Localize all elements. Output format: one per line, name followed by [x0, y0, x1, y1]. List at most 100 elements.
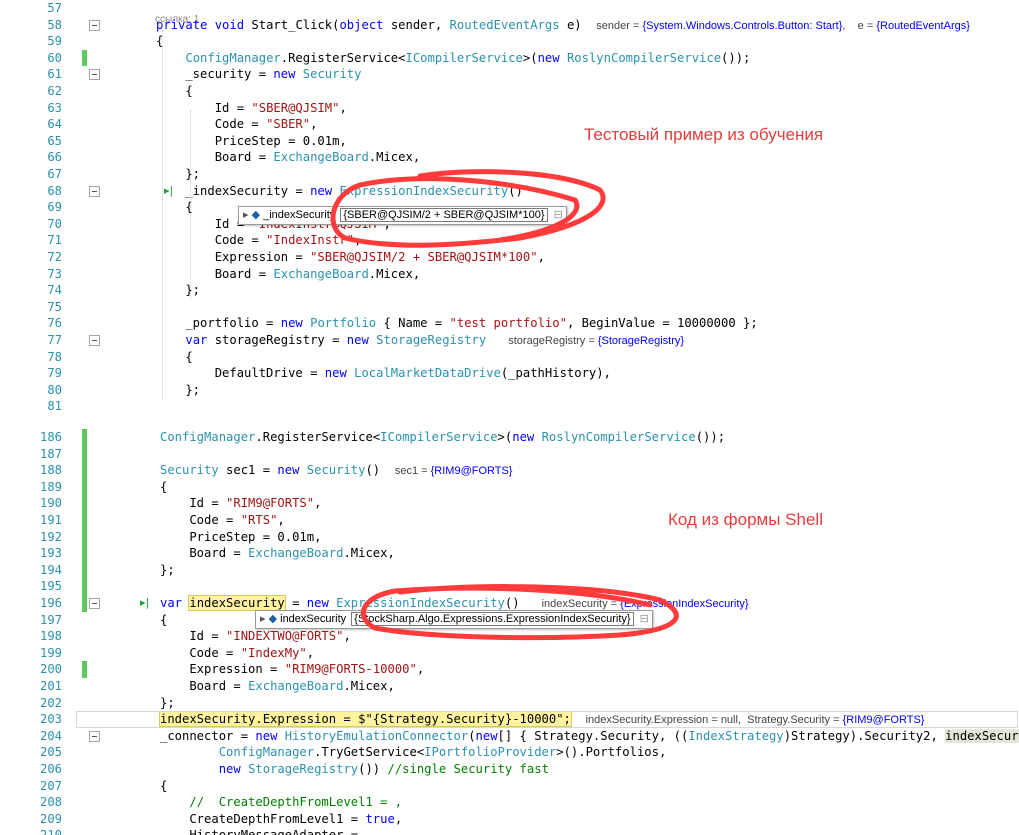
code-text[interactable]: Code = "SBER",	[156, 116, 318, 133]
collapse-icon[interactable]	[89, 730, 100, 742]
collapse-icon[interactable]	[89, 598, 100, 609]
code-line[interactable]: 81	[0, 398, 1019, 415]
code-line[interactable]: 71 Code = "IndexInstr",	[0, 232, 1019, 249]
code-line[interactable]: 75	[0, 299, 1019, 316]
editor-panel-bottom[interactable]: 186 ConfigManager.RegisterService<ICompil…	[0, 425, 1019, 835]
code-line[interactable]: 57	[0, 0, 1019, 17]
code-line[interactable]: 78 {	[0, 349, 1019, 366]
code-text[interactable]: _connector = new HistoryEmulationConnect…	[160, 728, 1019, 745]
code-text[interactable]: Security sec1 = new Security() sec1 = {R…	[160, 462, 512, 480]
code-text[interactable]: _security = new Security	[156, 66, 361, 83]
expand-arrow-icon[interactable]: ▸	[243, 209, 249, 221]
code-line[interactable]: 65 PriceStep = 0.01m,	[0, 133, 1019, 150]
code-text[interactable]: private void Start_Click(object sender, …	[156, 17, 970, 35]
code-line[interactable]: 58 private void Start_Click(object sender…	[0, 17, 1019, 34]
code-text[interactable]: CreateDepthFromLevel1 = true,	[160, 811, 402, 828]
collapse-icon[interactable]	[89, 185, 100, 197]
change-marker	[82, 595, 87, 612]
code-line[interactable]: 204 _connector = new HistoryEmulationConn…	[0, 728, 1019, 745]
code-text[interactable]: PriceStep = 0.01m,	[160, 529, 321, 546]
code-line[interactable]: 72 Expression = "SBER@QJSIM/2 + SBER@QJS…	[0, 249, 1019, 266]
code-line[interactable]: 201 Board = ExchangeBoard.Micex,	[0, 678, 1019, 695]
code-text[interactable]: HistoryMessageAdapter =	[160, 827, 358, 835]
datatip-bottom[interactable]: ▸ ◆ indexSecurity {StockSharp.Algo.Expre…	[255, 610, 653, 629]
datatip-top[interactable]: ▸ ◆ _indexSecurity {SBER@QJSIM/2 + SBER@…	[238, 206, 567, 225]
code-text[interactable]: Board = ExchangeBoard.Micex,	[156, 149, 420, 166]
code-line[interactable]: 64 Code = "SBER",	[0, 116, 1019, 133]
code-text[interactable]: Board = ExchangeBoard.Micex,	[160, 678, 394, 695]
code-line[interactable]: 187	[0, 445, 1019, 463]
line-number: 75	[47, 299, 62, 314]
code-text[interactable]: ConfigManager.RegisterService<ICompilerS…	[160, 429, 725, 446]
pin-icon[interactable]: ⊟	[640, 613, 649, 625]
code-line[interactable]: 79 DefaultDrive = new LocalMarketDataDri…	[0, 365, 1019, 382]
code-line[interactable]: 202};	[0, 695, 1019, 712]
expand-arrow-icon[interactable]: ▸	[260, 613, 266, 625]
code-line[interactable]: 77 var storageRegistry = new StorageRegi…	[0, 332, 1019, 349]
code-line[interactable]: 189 {	[0, 478, 1019, 496]
code-line[interactable]: 76 _portfolio = new Portfolio { Name = "…	[0, 315, 1019, 332]
code-line[interactable]: 68 ▸| _indexSecurity = new ExpressionInde…	[0, 183, 1019, 200]
code-text[interactable]: ConfigManager.TryGetService<IPortfolioPr…	[160, 744, 667, 761]
code-text[interactable]: ConfigManager.RegisterService<ICompilerS…	[156, 50, 750, 67]
collapse-icon[interactable]	[89, 69, 100, 81]
code-line[interactable]: 194};	[0, 561, 1019, 579]
code-text[interactable]: Expression = "SBER@QJSIM/2 + SBER@QJSIM*…	[156, 249, 545, 266]
code-text[interactable]: PriceStep = 0.01m,	[156, 133, 347, 150]
code-line[interactable]: 80 };	[0, 382, 1019, 399]
code-line[interactable]: 193 Board = ExchangeBoard.Micex,	[0, 545, 1019, 562]
code-line[interactable]: 66 Board = ExchangeBoard.Micex,	[0, 149, 1019, 166]
code-line[interactable]: 192 PriceStep = 0.01m,	[0, 528, 1019, 546]
code-text[interactable]: };	[160, 562, 175, 579]
code-line[interactable]: 63 Id = "SBER@QJSIM",	[0, 100, 1019, 117]
code-line[interactable]: 208 // CreateDepthFromLevel1 = ,	[0, 794, 1019, 811]
code-line[interactable]: 67 };	[0, 166, 1019, 183]
code-text[interactable]: DefaultDrive = new LocalMarketDataDrive(…	[156, 365, 611, 382]
code-text[interactable]: new StorageRegistry()) //single Security…	[160, 761, 549, 778]
code-text[interactable]: Code = "IndexMy",	[160, 645, 314, 662]
code-text[interactable]: _indexSecurity = new ExpressionIndexSecu…	[156, 183, 523, 200]
code-text[interactable]: Board = ExchangeBoard.Micex,	[156, 266, 420, 283]
code-text[interactable]: _portfolio = new Portfolio { Name = "tes…	[156, 315, 757, 332]
code-line[interactable]: 209 CreateDepthFromLevel1 = true,	[0, 811, 1019, 828]
code-line[interactable]: 74 };	[0, 282, 1019, 299]
code-line[interactable]: 206 new StorageRegistry()) //single Secu…	[0, 761, 1019, 778]
code-text[interactable]: };	[160, 695, 175, 712]
code-text[interactable]: var storageRegistry = new StorageRegistr…	[156, 332, 684, 350]
code-line[interactable]: 210 HistoryMessageAdapter =	[0, 827, 1019, 835]
run-to-click-icon[interactable]: ▸|	[140, 595, 149, 612]
code-line[interactable]: 60 ConfigManager.RegisterService<ICompil…	[0, 49, 1019, 67]
code-line[interactable]: 198 Id = "INDEXTWO@FORTS",	[0, 628, 1019, 645]
code-text[interactable]: {	[160, 612, 167, 629]
editor-panel-top[interactable]: ссылка: 1 57 58 private void Start_Click(o…	[0, 0, 1019, 417]
code-line[interactable]: 59{	[0, 33, 1019, 50]
code-line[interactable]: 188 Security sec1 = new Security() sec1 =…	[0, 462, 1019, 479]
code-line[interactable]: 205 ConfigManager.TryGetService<IPortfol…	[0, 744, 1019, 761]
code-line[interactable]: 61 _security = new Security	[0, 66, 1019, 83]
line-number: 205	[39, 745, 62, 760]
pin-icon[interactable]: ⊟	[554, 209, 563, 221]
code-line[interactable]: 186 ConfigManager.RegisterService<ICompil…	[0, 429, 1019, 446]
collapse-icon[interactable]	[89, 335, 100, 346]
code-text[interactable]: Id = "RIM9@FORTS",	[160, 495, 321, 512]
code-line[interactable]: 190 Id = "RIM9@FORTS",	[0, 495, 1019, 512]
line-number: 73	[47, 266, 62, 281]
code-line[interactable]: 199 Code = "IndexMy",	[0, 645, 1019, 662]
code-line[interactable]: 191 Code = "RTS",	[0, 512, 1019, 529]
code-text[interactable]: {	[160, 479, 167, 496]
code-text[interactable]: Board = ExchangeBoard.Micex,	[160, 545, 394, 562]
code-line[interactable]: 200 Expression = "RIM9@FORTS-10000",	[0, 661, 1019, 678]
code-text[interactable]: Id = "INDEXTWO@FORTS",	[160, 628, 350, 645]
code-line[interactable]: 62 {	[0, 83, 1019, 100]
code-line[interactable]: 207 {	[0, 778, 1019, 795]
code-text[interactable]: Code = "RTS",	[160, 512, 284, 529]
code-text[interactable]: Code = "IndexInstr",	[156, 232, 362, 249]
code-line[interactable]: 195	[0, 578, 1019, 595]
code-text[interactable]: Id = "SBER@QJSIM",	[156, 100, 347, 117]
collapse-icon[interactable]	[89, 19, 100, 31]
code-text[interactable]: // CreateDepthFromLevel1 = ,	[160, 794, 402, 811]
code-text[interactable]: {	[160, 778, 167, 795]
line-number: 190	[39, 496, 62, 511]
code-text[interactable]: Expression = "RIM9@FORTS-10000",	[160, 661, 424, 678]
code-line[interactable]: 73 Board = ExchangeBoard.Micex,	[0, 266, 1019, 283]
